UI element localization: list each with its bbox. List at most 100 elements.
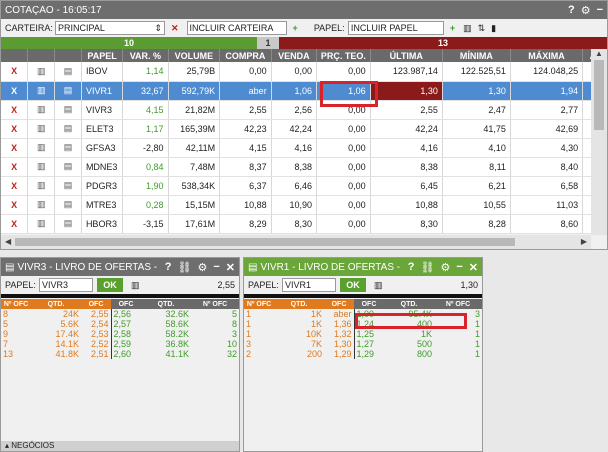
chart-icon[interactable]: ▥ xyxy=(27,138,56,158)
close-icon[interactable]: ✕ xyxy=(469,261,478,274)
column-icon[interactable]: ▮ xyxy=(491,23,496,34)
chart-icon[interactable]: ▥ xyxy=(374,280,383,291)
chart-icon[interactable]: ▥ xyxy=(27,195,56,215)
chart-icon[interactable]: ▥ xyxy=(27,214,56,234)
delete-carteira-icon[interactable]: ✕ xyxy=(171,23,179,34)
scroll-left-icon[interactable]: ◀ xyxy=(5,237,11,246)
chart-icon[interactable]: ▥ xyxy=(27,62,56,82)
col-header-var[interactable]: VAR. % xyxy=(122,49,169,62)
help-icon[interactable]: ? xyxy=(408,261,415,273)
scroll-up-icon[interactable]: ▲ xyxy=(591,49,607,58)
book-icon[interactable]: ▤ xyxy=(54,138,82,158)
help-icon[interactable]: ? xyxy=(568,4,575,16)
minimize-icon[interactable]: − xyxy=(213,261,219,273)
chart-icon[interactable]: ▥ xyxy=(27,157,56,177)
negocios-bar[interactable]: ▴ NEGÓCIOS xyxy=(1,441,239,451)
cell-maxima: 8,40 xyxy=(510,157,584,177)
book-icon[interactable]: ▤ xyxy=(54,119,82,139)
cell-n-ofc-buy: 7 xyxy=(3,339,9,349)
close-icon[interactable]: ✕ xyxy=(226,261,235,274)
remove-icon[interactable]: X xyxy=(1,81,29,101)
book-row[interactable]: 5 5.6K 2,54 2,57 58.6K 8 xyxy=(1,319,239,329)
col-header-maxima[interactable]: MÁXIMA xyxy=(510,49,584,62)
remove-icon[interactable]: X xyxy=(1,119,29,139)
col-header-ultima[interactable]: ÚLTIMA xyxy=(370,49,443,62)
book-row[interactable]: 2 200 1,29 1,29 800 1 xyxy=(244,349,482,359)
col-header-prc-teo[interactable]: PRÇ. TEO. xyxy=(316,49,371,62)
chart-icon[interactable]: ▥ xyxy=(27,176,56,196)
book-row[interactable]: 8 24K 2,55 2,56 32.6K 5 xyxy=(1,309,239,319)
vertical-scroll-thumb[interactable] xyxy=(594,60,604,130)
remove-icon[interactable]: X xyxy=(1,157,29,177)
minimize-icon[interactable]: − xyxy=(597,4,603,16)
chart-icon[interactable]: ▥ xyxy=(27,119,56,139)
add-carteira-icon[interactable]: + xyxy=(293,23,298,33)
add-papel-icon[interactable]: + xyxy=(450,23,455,33)
book-icon[interactable]: ▤ xyxy=(54,157,82,177)
book-row[interactable]: 1 1K 1,36 1,24 400 1 xyxy=(244,319,482,329)
minimize-icon[interactable]: − xyxy=(456,261,462,273)
ok-button[interactable]: OK xyxy=(97,278,123,292)
link-icon[interactable]: ⛓ xyxy=(421,261,435,274)
chart-icon[interactable]: ▥ xyxy=(131,280,140,291)
book-icon[interactable]: ▤ xyxy=(54,81,82,101)
remove-icon[interactable]: X xyxy=(1,62,29,82)
remove-icon[interactable]: X xyxy=(1,100,29,120)
book-icon[interactable]: ▤ xyxy=(54,176,82,196)
cell-maxima: 124.048,25 xyxy=(510,62,584,82)
book-row[interactable]: 1 10K 1,32 1,25 1K 1 xyxy=(244,329,482,339)
quote-row[interactable]: X ▥ ▤ VIVR1 32,67 592,79K aber 1,06 1,06 1,30 1,30… xyxy=(1,81,607,101)
cell-volume: 592,79K xyxy=(168,81,221,101)
gear-icon[interactable]: ⚙ xyxy=(440,261,450,274)
chart-icon[interactable]: ▥ xyxy=(463,23,472,34)
incluir-papel-input[interactable]: INCLUIR PAPEL xyxy=(347,21,444,35)
cell-ofc-sell: 2,58 xyxy=(110,329,141,339)
horizontal-scrollbar[interactable]: ◀ ▶ xyxy=(1,235,591,249)
link-icon[interactable]: ⛓ xyxy=(178,261,192,274)
vertical-scrollbar[interactable]: ▲ xyxy=(591,49,607,235)
remove-icon[interactable]: X xyxy=(1,195,29,215)
quote-row[interactable]: X ▥ ▤ VIVR3 4,15 21,82M 2,55 2,56 0,00 2,55 2,47 2,… xyxy=(1,100,607,120)
carteira-select[interactable]: PRINCIPAL ⇕ xyxy=(55,21,165,35)
col-header-minima[interactable]: MÍNIMA xyxy=(442,49,511,62)
quote-row[interactable]: X ▥ ▤ MTRE3 0,28 15,15M 10,88 10,90 0,00 10,88 10,… xyxy=(1,195,607,215)
workspace-background xyxy=(486,257,608,452)
quote-row[interactable]: X ▥ ▤ PDGR3 1,90 538,34K 6,37 6,46 0,00 6,45 6,21 6… xyxy=(1,176,607,196)
book-vivr1-titlebar[interactable]: ▤ VIVR1 - LIVRO DE OFERTAS - ... ? ⛓ ⚙ −… xyxy=(244,258,482,276)
quote-row[interactable]: X ▥ ▤ IBOV 1,14 25,79B 0,00 0,00 0,00 123.987,14 1… xyxy=(1,62,607,82)
book-row[interactable]: 3 7K 1,30 1,27 500 1 xyxy=(244,339,482,349)
quote-row[interactable]: X ▥ ▤ HBOR3 -3,15 17,61M 8,29 8,30 0,00 8,30 8,28 8… xyxy=(1,214,607,234)
remove-icon[interactable]: X xyxy=(1,138,29,158)
book-icon[interactable]: ▤ xyxy=(54,62,82,82)
book-row[interactable]: 7 14.1K 2,52 2,59 36.8K 10 xyxy=(1,339,239,349)
book-row[interactable]: 13 41.8K 2,51 2,60 41.1K 32 xyxy=(1,349,239,359)
book-papel-input[interactable]: VIVR1 xyxy=(282,278,336,292)
quote-row[interactable]: X ▥ ▤ MDNE3 0,84 7,48M 8,37 8,38 0,00 8,38 8,11 8,4… xyxy=(1,157,607,177)
col-header-volume[interactable]: VOLUME xyxy=(168,49,221,62)
book-row[interactable]: 9 17.4K 2,53 2,58 58.2K 3 xyxy=(1,329,239,339)
remove-icon[interactable]: X xyxy=(1,214,29,234)
book-icon[interactable]: ▤ xyxy=(54,195,82,215)
book-icon[interactable]: ▤ xyxy=(54,100,82,120)
remove-icon[interactable]: X xyxy=(1,176,29,196)
chart-icon[interactable]: ▥ xyxy=(27,81,56,101)
col-header-compra[interactable]: COMPRA xyxy=(219,49,272,62)
col-header-venda[interactable]: VENDA xyxy=(271,49,318,62)
gear-icon[interactable]: ⚙ xyxy=(581,4,591,17)
help-icon[interactable]: ? xyxy=(165,261,172,273)
gear-icon[interactable]: ⚙ xyxy=(197,261,207,274)
col-header-papel[interactable]: PAPEL xyxy=(81,49,124,62)
incluir-carteira-input[interactable]: INCLUIR CARTEIRA xyxy=(186,21,287,35)
book-icon[interactable]: ▤ xyxy=(54,214,82,234)
book-vivr3-titlebar[interactable]: ▤ VIVR3 - LIVRO DE OFERTAS - ... ? ⛓ ⚙ −… xyxy=(1,258,239,276)
ok-button[interactable]: OK xyxy=(340,278,366,292)
sort-icon[interactable]: ⇅ xyxy=(478,23,486,34)
book-row[interactable]: 1 1K aber 1,00 95.4K 3 xyxy=(244,309,482,319)
book-papel-input[interactable]: VIVR3 xyxy=(39,278,93,292)
chart-icon[interactable]: ▥ xyxy=(27,100,56,120)
horizontal-scroll-thumb[interactable] xyxy=(15,238,515,246)
scroll-right-icon[interactable]: ▶ xyxy=(581,237,587,246)
quote-row[interactable]: X ▥ ▤ GFSA3 -2,80 42,11M 4,15 4,16 0,00 4,16 4,10 4… xyxy=(1,138,607,158)
cotacao-titlebar[interactable]: COTAÇÃO - 16:05:17 ? ⚙ − xyxy=(1,1,607,19)
quote-row[interactable]: X ▥ ▤ ELET3 1,17 165,39M 42,23 42,24 0,00 42,24 41… xyxy=(1,119,607,139)
